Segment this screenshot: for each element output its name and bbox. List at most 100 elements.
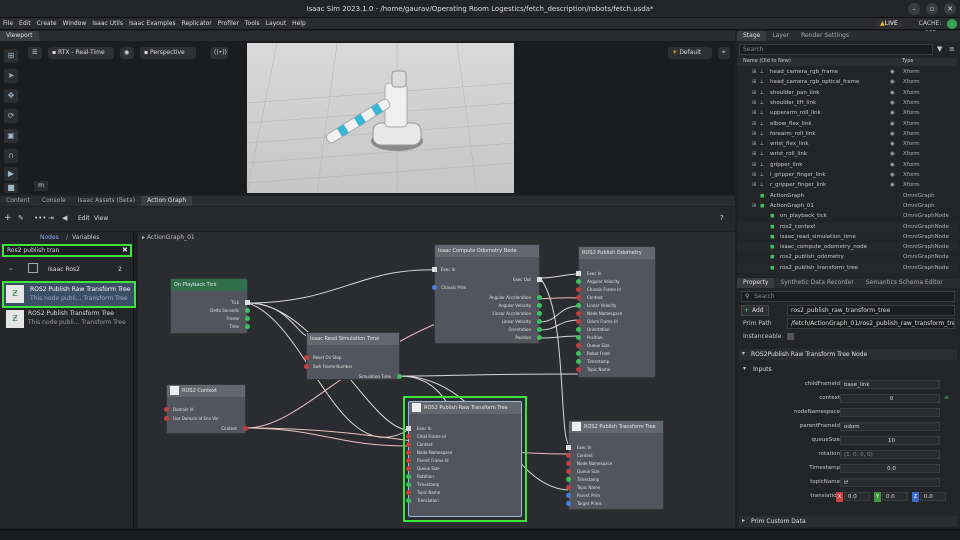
visibility-icon[interactable]: ◉ [890, 119, 895, 129]
port-icon[interactable] [566, 493, 571, 498]
tab-render-settings[interactable]: Render Settings [795, 31, 855, 41]
rotation-field[interactable]: (1, 0, 0, 0) [840, 450, 940, 459]
port-icon[interactable] [566, 469, 571, 474]
expand-icon[interactable]: ⊞ [752, 77, 757, 87]
stage-row[interactable]: ⊞ ⟂ shoulder_lift_link ◉ Xform [738, 98, 958, 108]
tab-nodes[interactable]: Nodes [40, 234, 59, 241]
port-icon[interactable] [164, 407, 169, 412]
tab-stage[interactable]: Stage [737, 31, 767, 41]
port-icon[interactable] [576, 287, 581, 292]
exec-port-icon[interactable] [576, 271, 581, 276]
menu-replicator[interactable]: Replicator [179, 18, 215, 30]
stage-row[interactable]: ⊞ ⟂ forearm_roll_link ◉ Xform [738, 129, 958, 139]
add-icon[interactable]: + [4, 213, 12, 223]
port-icon[interactable] [566, 477, 571, 482]
inputs-header[interactable]: ▾ Inputs [743, 365, 953, 375]
stage-row[interactable]: ◼ ros2_publish_transform_tree OmniGraphNod… [738, 262, 958, 273]
visibility-icon[interactable]: ◉ [890, 139, 895, 149]
stop-icon[interactable]: ■ [4, 183, 18, 193]
custom-data-header[interactable]: ▸ Prim Custom Data [739, 516, 957, 527]
back-icon[interactable]: ◀ [62, 214, 67, 222]
tab-synthetic-data[interactable]: Synthetic Data Recorder [774, 278, 860, 288]
stage-row[interactable]: ◼ ActionGraph OmniGraph [738, 191, 958, 201]
stage-row[interactable]: ◼ ros2_publish_odometry OmniGraphNode [738, 252, 958, 263]
rotate-icon[interactable]: ⟳ [4, 109, 18, 123]
help-icon[interactable]: ? [720, 214, 724, 222]
stage-row[interactable]: ◼ isaac_read_simulation_time OmniGraphNode [738, 231, 958, 242]
stage-row[interactable]: ⊞ ◼ ActionGraph_01 OmniGraph [738, 201, 958, 211]
tab-property[interactable]: Property [737, 278, 775, 288]
node-publish-raw-transform-tree[interactable]: ROS2 Publish Raw Transform Tree Exec In … [406, 401, 522, 517]
port-icon[interactable] [576, 311, 581, 316]
exec-port-icon[interactable] [432, 267, 437, 272]
menu-help[interactable]: Help [289, 18, 309, 30]
port-icon[interactable] [243, 426, 248, 431]
menu-window[interactable]: Window [60, 18, 90, 30]
filter-icon[interactable]: ▼ [937, 45, 942, 53]
port-icon[interactable] [576, 335, 581, 340]
port-icon[interactable] [406, 442, 411, 447]
tab-viewport[interactable]: Viewport [0, 31, 39, 41]
port-icon[interactable] [164, 416, 169, 421]
node-section-header[interactable]: ▾ ROS2Publish Raw Transform Tree Node [739, 349, 957, 360]
port-icon[interactable] [406, 466, 411, 471]
node-read-simulation-time[interactable]: Isaac Read Simulation Time Reset On Stop… [304, 332, 402, 380]
audio-icon[interactable]: ((•)) [210, 47, 228, 59]
more-icon[interactable]: ••• [34, 214, 46, 222]
graph-canvas[interactable]: ▸ ActionGraph_01 On Playback Tick Tick D… [138, 232, 735, 528]
queue-size-field[interactable]: 10 [840, 436, 940, 445]
render-mode-select[interactable]: ▪ RTX - Real-Time [48, 47, 114, 59]
expand-icon[interactable]: ⊞ [752, 139, 757, 149]
node-ros2-context[interactable]: ROS2 Context Domain Id Use Domain Id Env… [164, 384, 248, 434]
port-icon[interactable] [245, 308, 250, 313]
menu-file[interactable]: File [0, 18, 16, 30]
port-icon[interactable] [537, 311, 542, 316]
minimize-icon[interactable]: – [908, 3, 920, 15]
tab-console[interactable]: Console [35, 196, 72, 206]
port-icon[interactable] [406, 498, 411, 503]
visibility-icon[interactable]: ◉ [890, 88, 895, 98]
link-icon[interactable]: ⇥ [48, 214, 54, 222]
visibility-icon[interactable]: ◉ [890, 98, 895, 108]
port-icon[interactable] [566, 485, 571, 490]
stage-row[interactable]: ⊞ ⟂ r_gripper_finger_link ◉ Xform [738, 180, 958, 190]
node-on-playback-tick[interactable]: On Playback Tick Tick Delta Seconds Fram… [170, 278, 250, 334]
translation-z-field[interactable]: 0.0 [920, 492, 946, 501]
tab-isaac-assets[interactable]: Isaac Assets (Beta) [71, 196, 142, 206]
context-field[interactable]: 0 [840, 394, 940, 403]
port-icon[interactable] [576, 279, 581, 284]
select-tool-icon[interactable]: ⊞ [4, 49, 18, 63]
stage-row[interactable]: ⊞ ⟂ wrist_flex_link ◉ Xform [738, 139, 958, 149]
edit-icon[interactable]: ✎ [18, 214, 24, 222]
exec-port-icon[interactable] [245, 300, 250, 305]
node-namespace-field[interactable] [840, 408, 940, 417]
port-icon[interactable] [406, 482, 411, 487]
node-publish-odometry[interactable]: ROS2 Publish Odometry Exec In Angular Ve… [576, 246, 656, 378]
expand-icon[interactable]: ⊞ [752, 108, 757, 118]
topic-name-field[interactable]: tf [840, 478, 940, 487]
node-compute-odometry[interactable]: Isaac Compute Odometry Node Exec In Chas… [432, 244, 542, 344]
property-search-input[interactable]: ⚲ Search [741, 291, 955, 302]
menu-graph-view[interactable]: View [94, 215, 108, 222]
stage-row[interactable]: ⊞ ⟂ upperarm_roll_link ◉ Xform [738, 108, 958, 118]
tab-variables[interactable]: Variables [72, 234, 99, 241]
prim-name-field[interactable]: ros2_publish_raw_transform_tree [787, 305, 955, 316]
port-icon[interactable] [576, 303, 581, 308]
port-icon[interactable] [537, 303, 542, 308]
port-icon[interactable] [406, 434, 411, 439]
stage-row[interactable]: ◼ isaac_compute_odometry_node OmniGraphNod… [738, 242, 958, 253]
exec-port-icon[interactable] [406, 426, 411, 431]
port-icon[interactable] [576, 319, 581, 324]
port-icon[interactable] [576, 359, 581, 364]
expand-icon[interactable]: ⊞ [752, 119, 757, 129]
port-icon[interactable] [537, 335, 542, 340]
expand-icon[interactable]: ⊞ [752, 180, 757, 190]
node-search-input[interactable]: Ros2 publish tran ✖ [2, 244, 132, 257]
node-publish-transform-tree[interactable]: ROS2 Publish Transform Tree Exec In Cont… [566, 420, 664, 510]
visibility-icon[interactable]: ◉ [890, 108, 895, 118]
menu-create[interactable]: Create [34, 18, 60, 30]
pointer-icon[interactable]: ➤ [4, 69, 18, 83]
port-icon[interactable] [576, 343, 581, 348]
port-icon[interactable] [304, 355, 309, 360]
visibility-icon[interactable]: ◉ [890, 170, 895, 180]
